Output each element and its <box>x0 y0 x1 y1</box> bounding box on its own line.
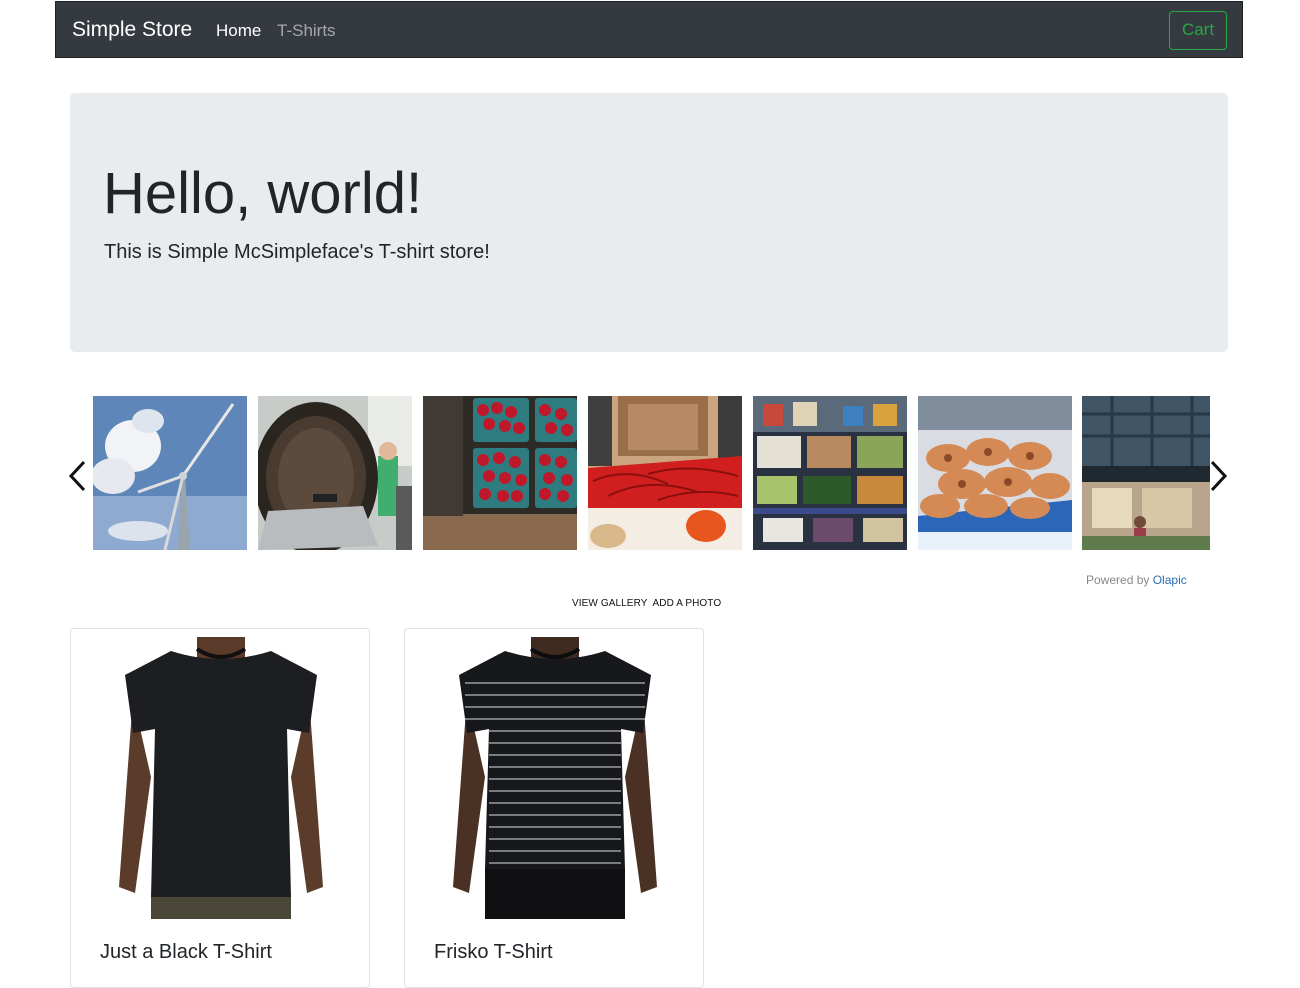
product-image-black-tshirt[interactable] <box>111 637 331 919</box>
product-name[interactable]: Just a Black T-Shirt <box>100 940 272 964</box>
view-gallery-link[interactable]: VIEW GALLERY <box>572 598 648 609</box>
hero-title: Hello, world! <box>103 161 423 226</box>
olapic-link[interactable]: Olapic <box>1153 573 1187 587</box>
gallery-actions: VIEW GALLERY ADD A PHOTO <box>572 597 726 610</box>
product-card[interactable]: Just a Black T-Shirt <box>70 628 370 988</box>
navbar: Simple Store Home T-Shirts Cart <box>55 1 1243 58</box>
product-image-frisko-tshirt[interactable] <box>445 637 665 919</box>
chevron-right-icon[interactable] <box>1208 458 1230 494</box>
hero-lead: This is Simple McSimpleface's T-shirt st… <box>104 241 490 263</box>
hero-jumbotron: Hello, world! This is Simple McSimplefac… <box>70 93 1228 352</box>
gallery-thumbnail-market-stall[interactable] <box>753 396 907 550</box>
brand-link[interactable]: Simple Store <box>72 18 192 42</box>
gallery-thumbnail-wind-turbine[interactable] <box>93 396 247 550</box>
nav-link-tshirts[interactable]: T-Shirts <box>277 21 336 41</box>
gallery-thumbnail-crabs[interactable] <box>918 396 1072 550</box>
powered-by: Powered by Olapic <box>1086 572 1187 588</box>
nav-link-home[interactable]: Home <box>216 21 261 41</box>
chevron-left-icon[interactable] <box>66 458 88 494</box>
gallery-thumbnail-chamber[interactable] <box>258 396 412 550</box>
gallery-thumbnail-storefront[interactable] <box>1082 396 1210 550</box>
product-card[interactable]: Frisko T-Shirt <box>404 628 704 988</box>
gallery-thumbnail-raspberries[interactable] <box>423 396 577 550</box>
gallery-thumbnail-chili-peppers[interactable] <box>588 396 742 550</box>
powered-by-label: Powered by <box>1086 573 1150 587</box>
product-name[interactable]: Frisko T-Shirt <box>434 940 553 964</box>
cart-button[interactable]: Cart <box>1169 11 1227 50</box>
add-photo-link[interactable]: ADD A PHOTO <box>653 598 722 609</box>
